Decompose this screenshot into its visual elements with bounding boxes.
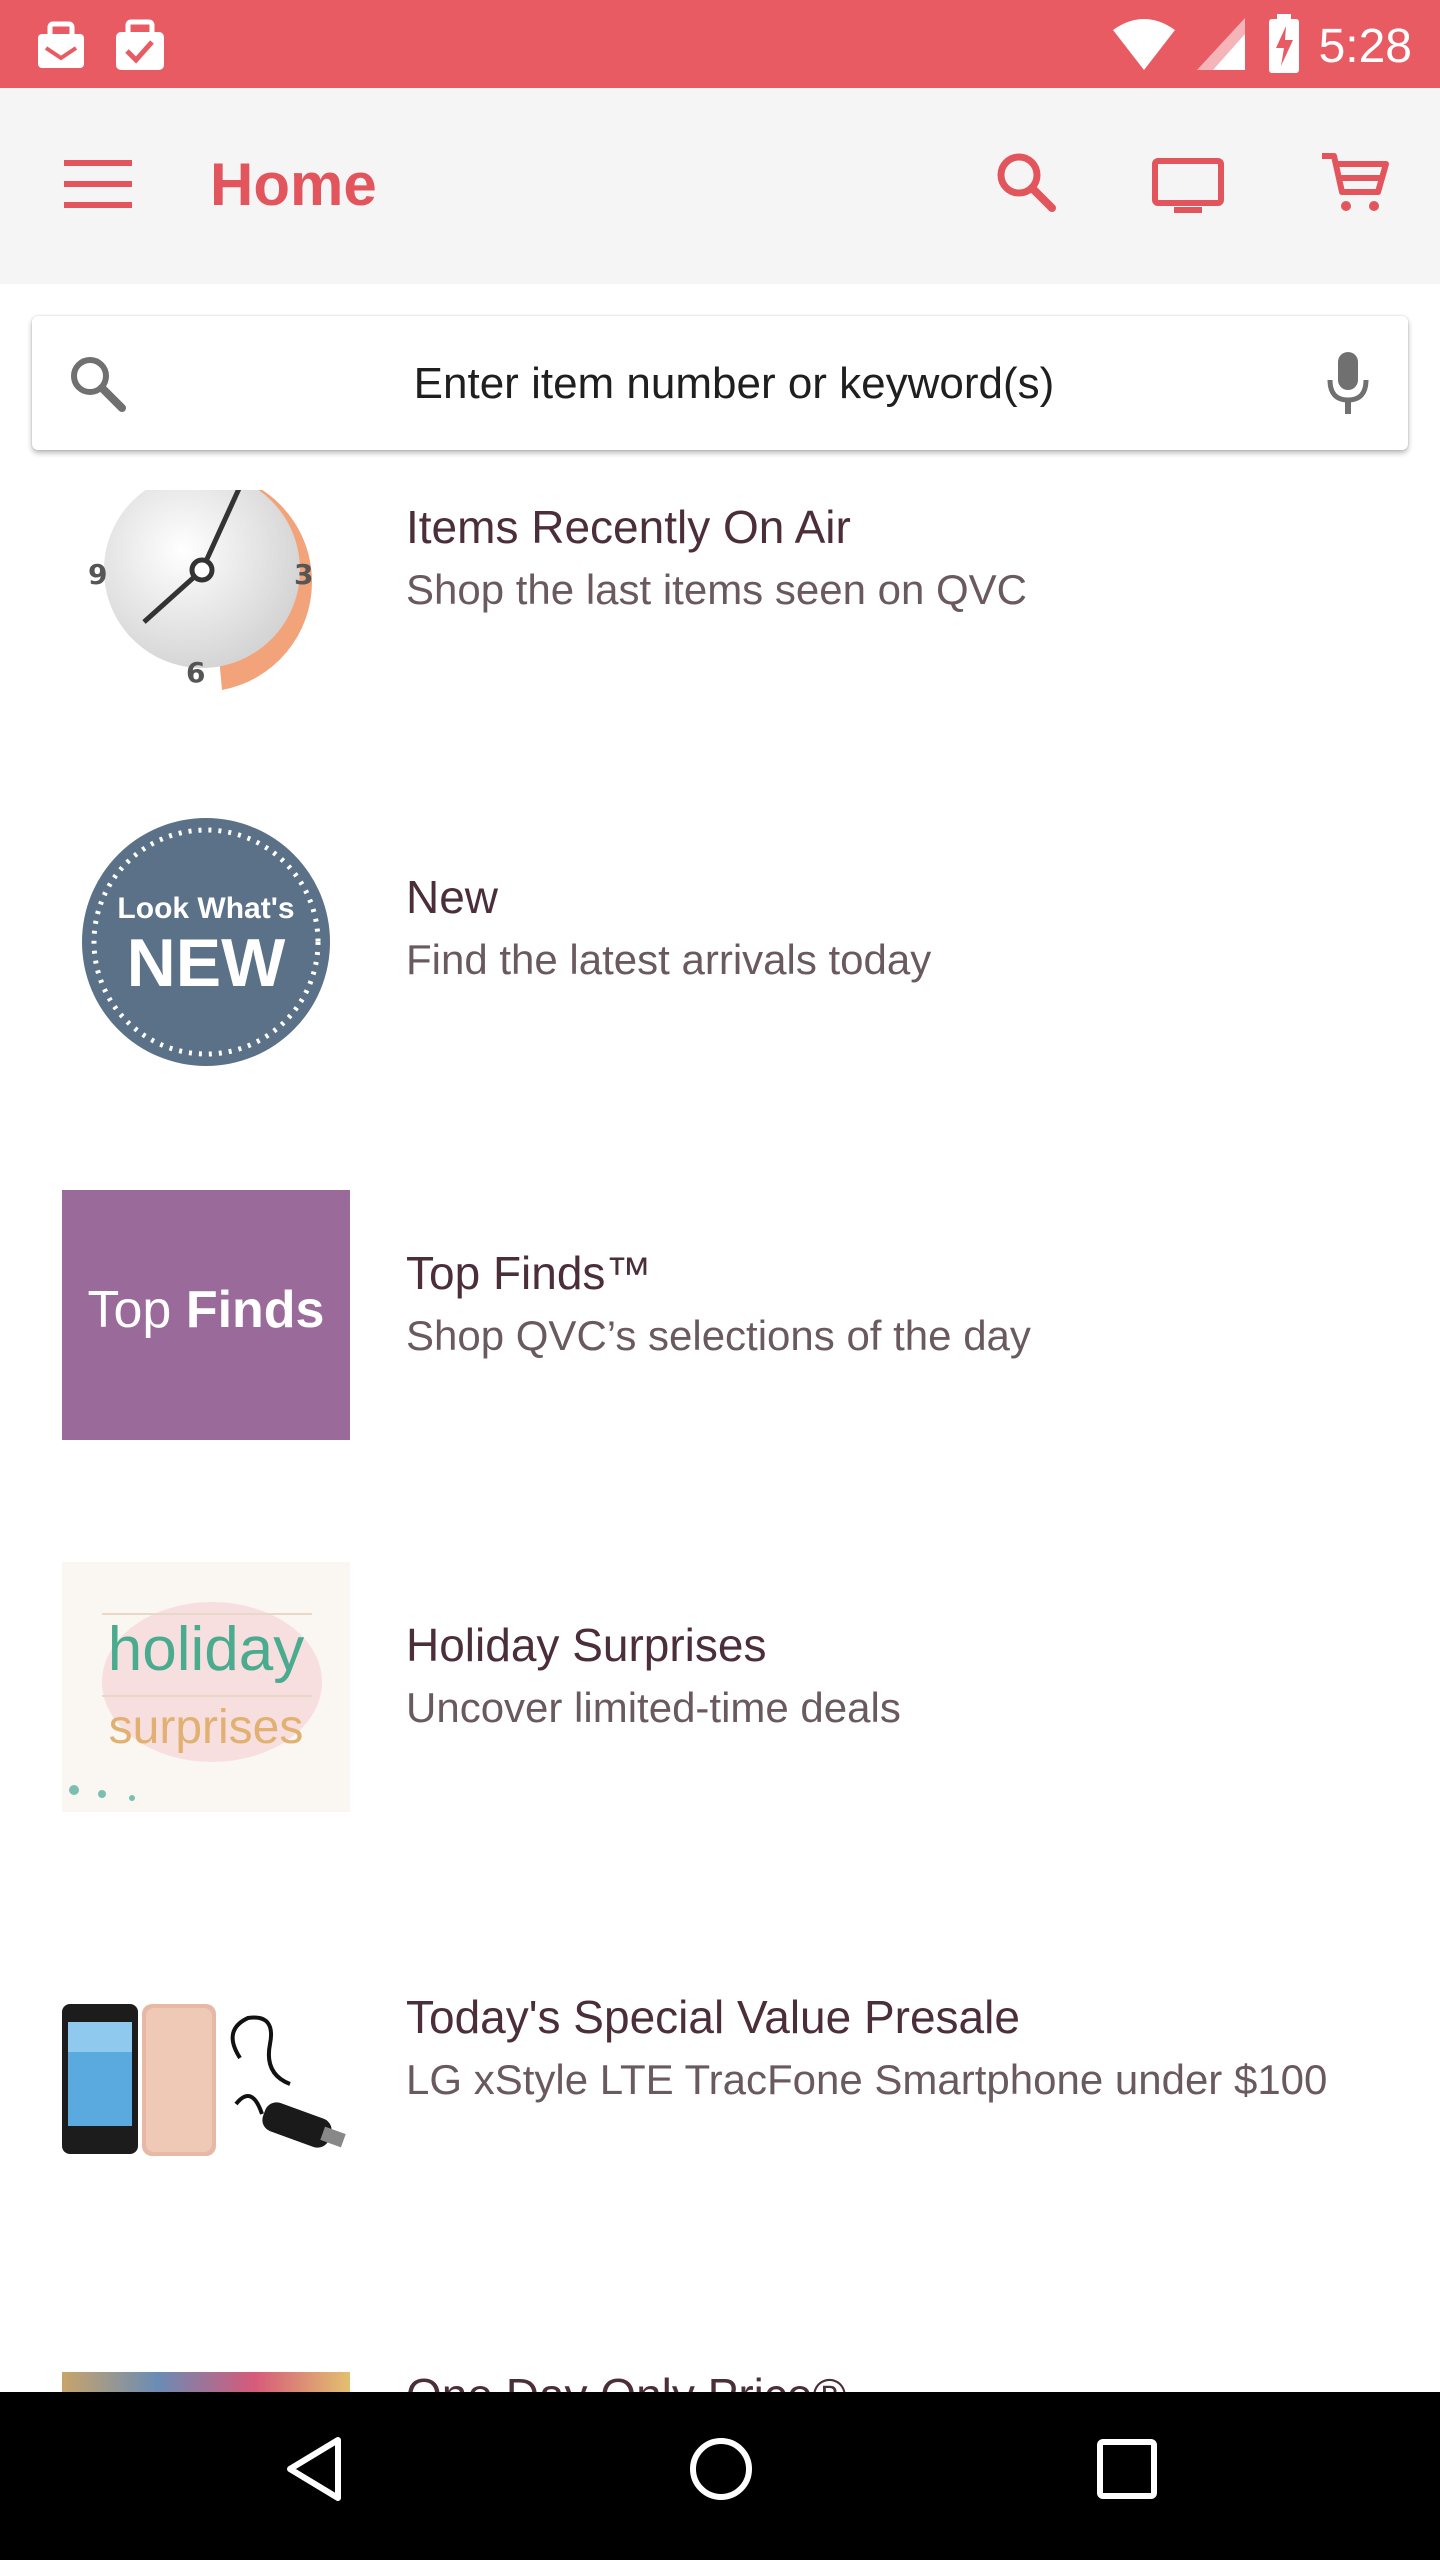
product-image <box>62 2372 350 2392</box>
status-bar: 5:28 <box>0 0 1440 88</box>
microphone-icon[interactable] <box>1326 350 1370 421</box>
home-icon[interactable] <box>686 2434 756 2509</box>
item-title: Today's Special Value Presale <box>406 1991 1020 2043</box>
new-badge: Look What's NEW <box>62 814 350 1066</box>
battery-charging-icon <box>1267 14 1301 79</box>
item-subtitle: Find the latest arrivals today <box>406 936 932 984</box>
badge-text-new: NEW <box>126 925 286 1001</box>
item-title: One Day Only Price® <box>406 2368 1410 2392</box>
search-bar <box>32 316 1408 450</box>
list-item-one-day-only[interactable]: One Day Only Price® <box>0 2369 1440 2392</box>
signal-icon <box>1195 16 1249 77</box>
clipboard-check-icon <box>112 18 168 77</box>
item-subtitle: Shop QVC’s selections of the day <box>406 1312 1031 1360</box>
tv-icon[interactable] <box>1152 158 1224 221</box>
svg-text:6: 6 <box>186 656 205 689</box>
item-subtitle: Shop the last items seen on QVC <box>406 566 1027 614</box>
search-field-icon <box>66 352 128 419</box>
recents-icon[interactable] <box>1096 2438 1158 2505</box>
list-item-new[interactable]: Look What's NEW New Find the latest arri… <box>0 814 1440 1114</box>
holiday-tile: holiday surprises <box>62 1562 350 1812</box>
clock-time: 5:28 <box>1318 20 1412 73</box>
badge-text-top: Look What's <box>117 892 295 925</box>
phone-bundle-image <box>62 1934 350 2184</box>
tile-text-surprises: surprises <box>108 1701 304 1754</box>
mail-bag-icon <box>34 18 90 77</box>
app-bar: Home <box>0 88 1440 284</box>
top-finds-tile: Top Finds <box>62 1190 350 1440</box>
item-title: New <box>406 871 499 923</box>
item-subtitle: Uncover limited-time deals <box>406 1684 901 1732</box>
svg-text:9: 9 <box>88 558 107 591</box>
tile-text-finds: Finds <box>185 1281 325 1339</box>
wifi-icon <box>1111 16 1177 77</box>
cart-icon[interactable] <box>1320 150 1390 219</box>
item-title: Holiday Surprises <box>406 1619 767 1671</box>
home-feature-list: 9 3 6 Items Recently On Air Shop the las… <box>0 490 1440 2392</box>
tile-text-holiday: holiday <box>107 1615 305 1684</box>
list-item-top-finds[interactable]: Top Finds Top Finds™ Shop QVC’s selectio… <box>0 1190 1440 1490</box>
item-title: Top Finds™ <box>406 1247 652 1299</box>
item-subtitle: LG xStyle LTE TracFone Smartphone under … <box>406 2056 1328 2104</box>
item-title: Items Recently On Air <box>406 501 851 553</box>
clock-icon: 9 3 6 <box>62 490 350 702</box>
tile-text-top: Top <box>87 1281 186 1339</box>
search-input[interactable] <box>172 344 1296 424</box>
search-icon[interactable] <box>994 150 1058 219</box>
back-icon[interactable] <box>284 2434 344 2509</box>
page-title: Home <box>210 151 377 218</box>
list-item-recently-on-air[interactable]: 9 3 6 Items Recently On Air Shop the las… <box>0 490 1440 752</box>
svg-text:3: 3 <box>294 558 313 591</box>
list-item-tsv-presale[interactable]: Today's Special Value Presale LG xStyle … <box>0 1934 1440 2234</box>
list-item-holiday-surprises[interactable]: holiday surprises Holiday Surprises Unco… <box>0 1562 1440 1862</box>
hamburger-menu-icon[interactable] <box>64 158 134 215</box>
system-nav-bar <box>0 2392 1440 2560</box>
